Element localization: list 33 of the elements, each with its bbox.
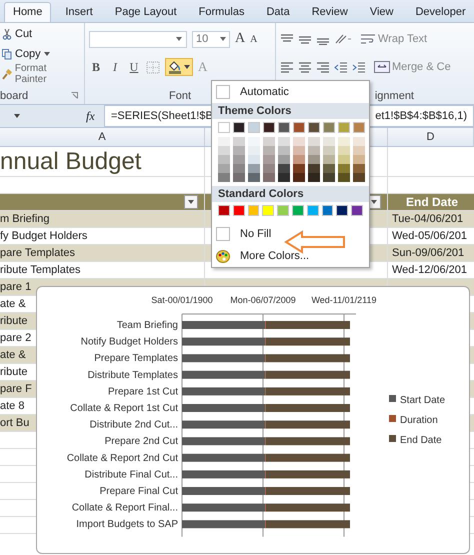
category-label: Collate & Report 2nd Cut bbox=[66, 452, 178, 464]
category-label: Prepare Final Cut bbox=[100, 486, 178, 497]
menu-section-header: Standard Colors bbox=[212, 186, 369, 202]
legend-label: Duration bbox=[400, 415, 438, 426]
category-label: Prepare 2nd Cut bbox=[104, 436, 178, 448]
group-label: board bbox=[0, 90, 28, 102]
table-cell: Wed-05/06/201 bbox=[392, 230, 468, 242]
table-cell: Tue-04/06/201 bbox=[392, 213, 464, 225]
category-label: Distribute Final Cut... bbox=[84, 469, 178, 480]
category-label: Import Budgets to SAP bbox=[76, 519, 178, 530]
category-label: Prepare 1st Cut bbox=[108, 386, 178, 398]
sheet-title: nnual Budget bbox=[0, 148, 142, 176]
category-label: Collate & Report 1st Cut bbox=[70, 403, 178, 414]
table-cell: ribute Templates bbox=[0, 262, 205, 278]
group-label: Font bbox=[168, 90, 191, 102]
category-label: Distribute 2nd Cut... bbox=[90, 420, 178, 431]
axis-tick-label: Mon-06/07/2009 bbox=[230, 295, 296, 305]
table-cell: m Briefing bbox=[0, 211, 205, 227]
table-header-cell-text: End Date bbox=[405, 194, 460, 210]
category-label: Prepare Templates bbox=[94, 353, 178, 364]
table-cell: pare Templates bbox=[0, 245, 205, 261]
legend-label: Start Date bbox=[400, 395, 446, 406]
axis-tick-label: Wed-11/01/2119 bbox=[311, 295, 377, 305]
group-label: ignment bbox=[374, 90, 414, 102]
legend-label: End Date bbox=[400, 435, 442, 446]
menu-section-header: Theme Colors bbox=[212, 103, 369, 119]
table-cell: fy Budget Holders bbox=[0, 228, 205, 244]
category-label: Notify Budget Holders bbox=[80, 336, 178, 348]
category-label: Team Briefing bbox=[116, 320, 178, 331]
table-cell: Sun-09/06/201 bbox=[392, 247, 464, 259]
category-label: Collate & Report Final... bbox=[72, 502, 178, 514]
category-label: Distribute Templates bbox=[88, 370, 178, 381]
table-cell: Wed-12/06/201 bbox=[392, 264, 468, 276]
